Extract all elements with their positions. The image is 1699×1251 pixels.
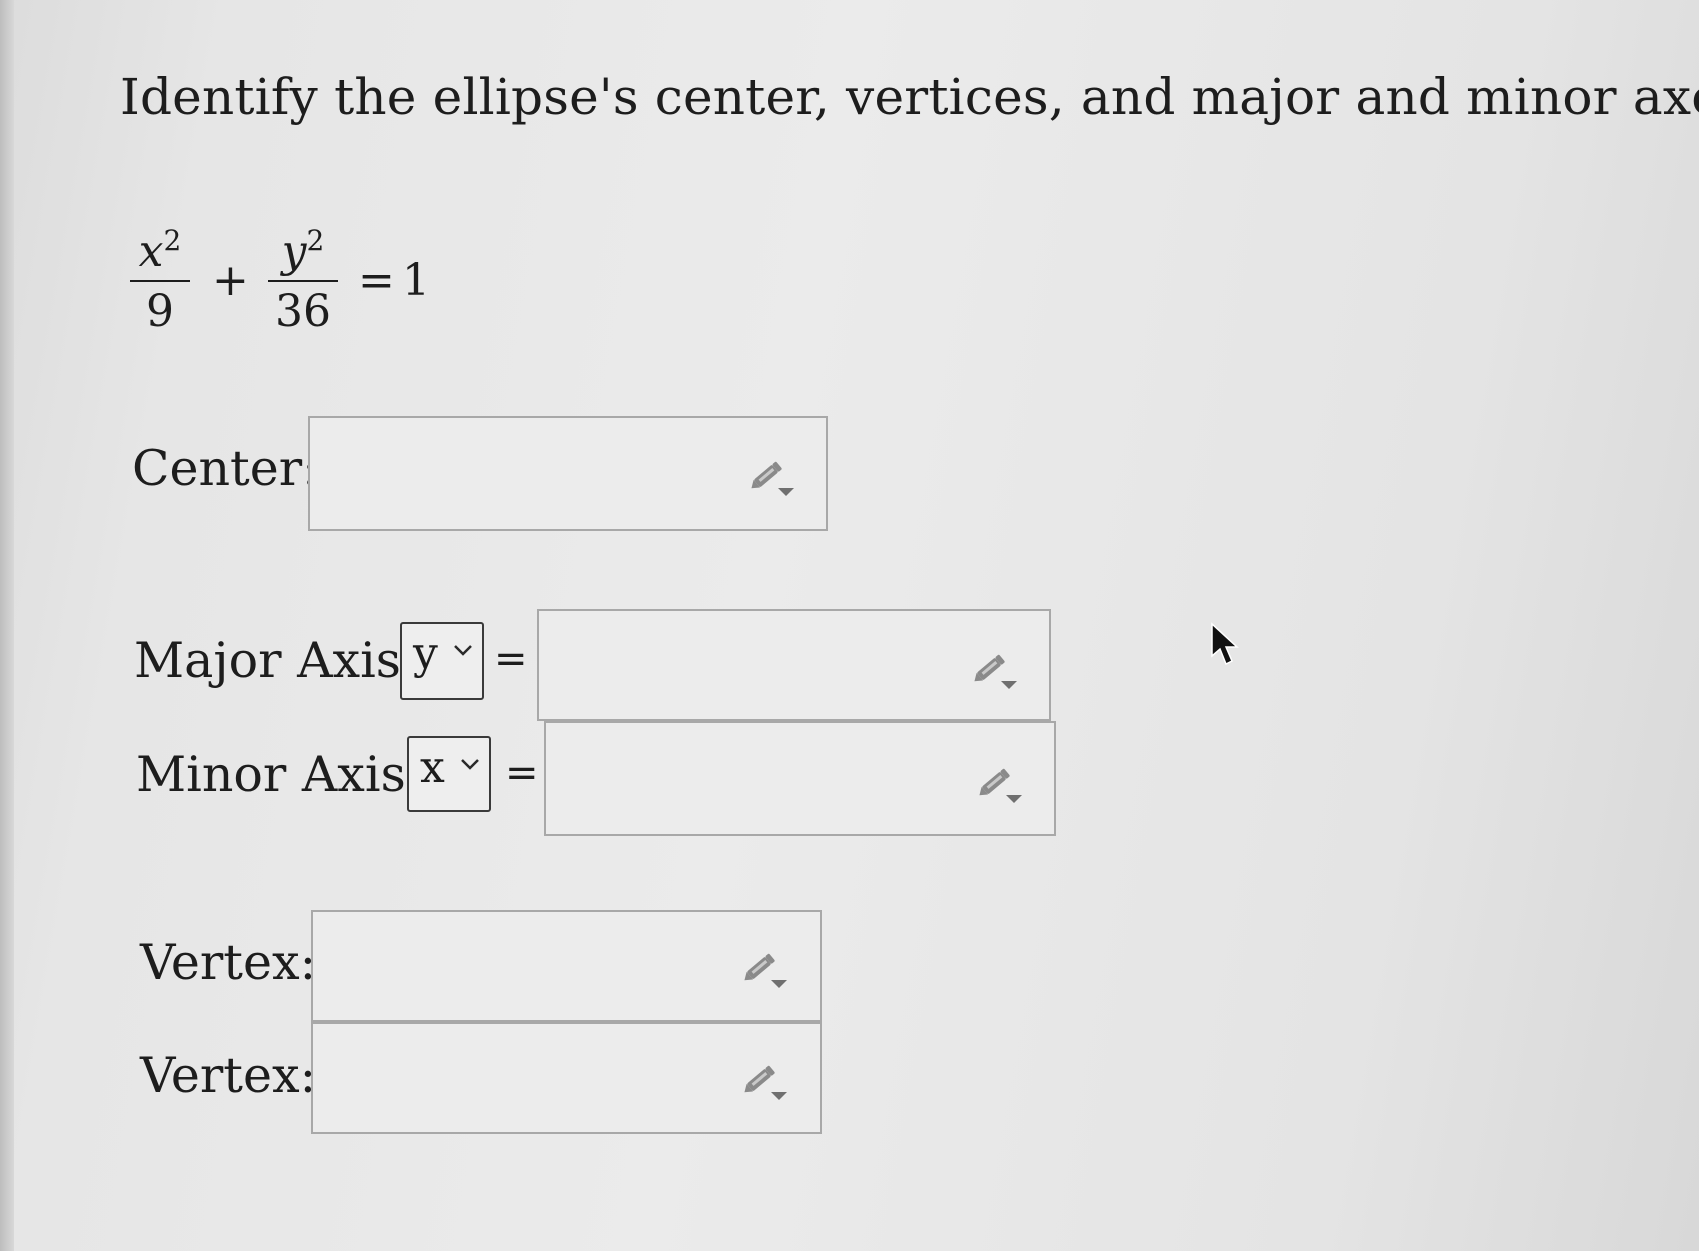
chevron-down-icon xyxy=(454,645,472,656)
fraction-bar xyxy=(130,280,190,282)
mouse-pointer-icon xyxy=(1211,622,1239,666)
major-axis-input[interactable] xyxy=(537,609,1051,721)
minor-axis-equals: = xyxy=(505,750,539,796)
pencil-dropdown-icon[interactable] xyxy=(969,647,1021,693)
question-title: Identify the ellipse's center, vertices,… xyxy=(120,68,1699,126)
denominator-36: 36 xyxy=(275,286,331,337)
plus-sign: + xyxy=(212,255,249,306)
center-label: Center: xyxy=(132,440,319,497)
denominator-9: 9 xyxy=(146,286,174,337)
numerator-x: x2 xyxy=(138,224,182,277)
major-axis-equals: = xyxy=(494,636,528,682)
fraction-y: y2 36 xyxy=(268,215,338,338)
vertex-2-label: Vertex: xyxy=(140,1047,317,1104)
vertex-2-input[interactable] xyxy=(311,1022,822,1134)
pencil-dropdown-icon[interactable] xyxy=(739,946,791,992)
pencil-dropdown-icon[interactable] xyxy=(974,761,1026,807)
numerator-y: y2 xyxy=(281,224,325,277)
screen-edge xyxy=(0,0,14,1251)
minor-axis-variable-select[interactable]: x xyxy=(407,736,491,812)
equals-sign: = xyxy=(358,255,395,306)
major-axis-label: Major Axis: xyxy=(134,632,418,689)
minor-axis-input[interactable] xyxy=(544,721,1056,836)
pencil-dropdown-icon[interactable] xyxy=(746,454,798,500)
minor-axis-select-value: x xyxy=(420,742,445,793)
major-axis-select-value: y xyxy=(413,628,438,679)
fraction-x: x2 9 xyxy=(130,215,190,338)
fraction-bar xyxy=(268,280,338,282)
pencil-dropdown-icon[interactable] xyxy=(739,1058,791,1104)
chevron-down-icon xyxy=(461,759,479,770)
minor-axis-label: Minor Axis: xyxy=(136,746,423,803)
vertex-1-label: Vertex: xyxy=(140,934,317,991)
vertex-1-input[interactable] xyxy=(311,910,822,1022)
major-axis-variable-select[interactable]: y xyxy=(400,622,484,700)
center-input[interactable] xyxy=(308,416,828,531)
rhs-value: 1 xyxy=(402,255,430,306)
